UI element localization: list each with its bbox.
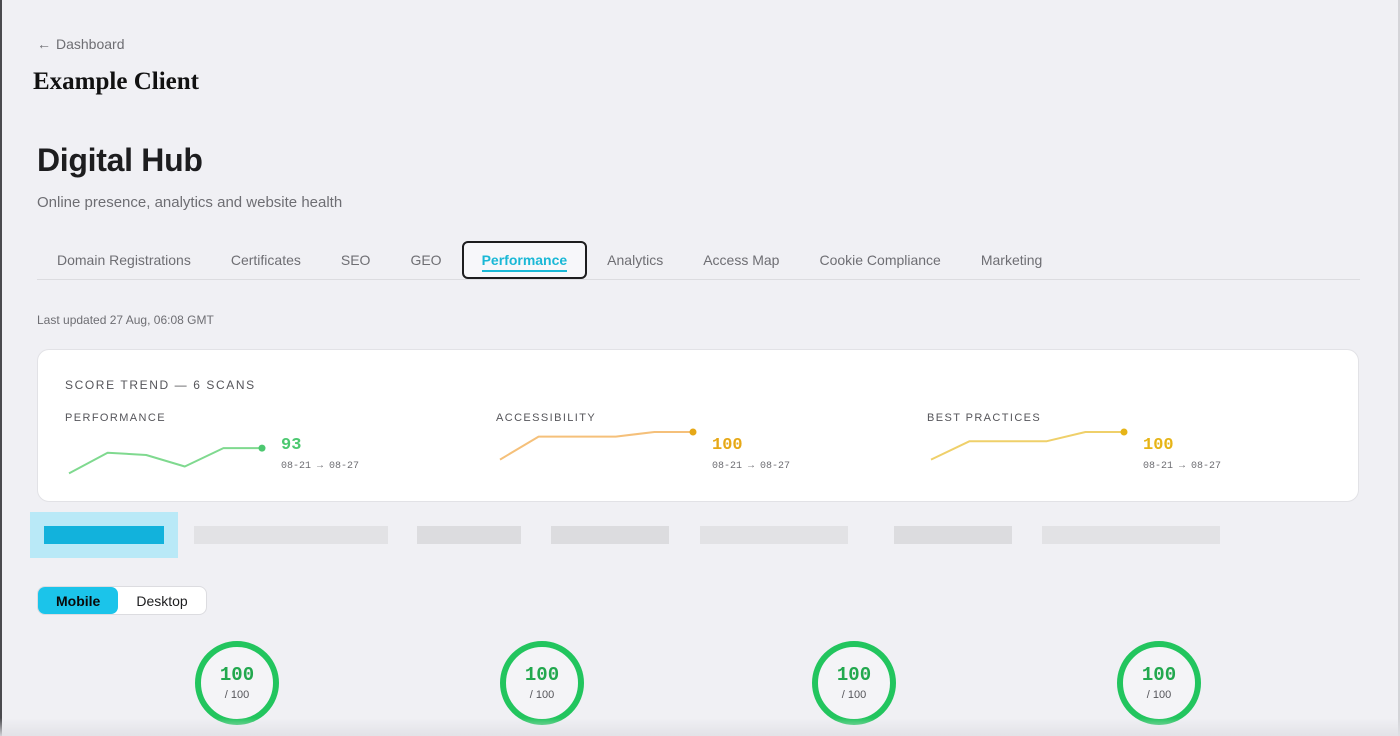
trend-value: 100 [1143,436,1174,455]
tab-label: Analytics [607,252,664,268]
mobile-toggle-button[interactable]: Mobile [38,587,119,614]
sparkline-latest-point [258,444,266,452]
tab-label: Marketing [980,252,1043,268]
window-left-edge [0,0,2,736]
redacted-block [194,526,388,544]
gauge-max: / 100 [841,688,867,701]
gauge-max: / 100 [1146,688,1172,701]
redacted-subnav [30,510,1250,560]
tab-geo[interactable]: GEO [390,241,461,279]
redacted-block [417,526,521,544]
accessibility-sparkline [499,428,697,461]
redacted-block [1042,526,1220,544]
tab-marketing[interactable]: Marketing [961,241,1062,279]
score-gauge: 100 / 100 [195,641,279,725]
page-subtitle: Online presence, analytics and website h… [37,194,343,211]
last-updated-text: Last updated 27 Aug, 06:08 GMT [37,313,214,327]
best-practices-sparkline [930,428,1128,461]
trend-accessibility: ACCESSIBILITY 100 08-21 → 08-27 [496,412,896,482]
score-gauge: 100 / 100 [1117,641,1201,725]
client-name: Example Client [33,68,199,95]
desktop-toggle-button[interactable]: Desktop [118,587,205,614]
tab-label: GEO [410,252,442,268]
tab-label: Access Map [703,252,780,268]
bottom-scroll-fade [0,718,1400,736]
redacted-block [551,526,669,544]
trend-best-practices: BEST PRACTICES 100 08-21 → 08-27 [927,412,1327,482]
tab-analytics[interactable]: Analytics [587,241,683,279]
trend-date-range: 08-21 → 08-27 [1143,461,1222,472]
redacted-block [894,526,1012,544]
trend-value: 93 [281,436,302,455]
tab-label: Domain Registrations [57,252,191,268]
device-toggle: Mobile Desktop [37,586,207,615]
gauge-max: / 100 [529,688,555,701]
arrow-left-icon: ← [37,36,51,52]
sparkline-latest-point [689,428,697,436]
tab-label: Cookie Compliance [819,252,941,268]
tab-seo[interactable]: SEO [321,241,391,279]
trend-label: ACCESSIBILITY [496,412,597,424]
trend-label: BEST PRACTICES [927,412,1042,424]
score-gauge: 100 / 100 [812,641,896,725]
back-link-label: Dashboard [56,36,125,52]
score-trend-heading: SCORE TREND — 6 SCANS [65,378,256,392]
tab-performance[interactable]: Performance [461,241,588,279]
trend-label: PERFORMANCE [65,412,166,424]
tab-label: Certificates [230,252,301,268]
tab-domain-registrations[interactable]: Domain Registrations [37,241,211,279]
trend-date-range: 08-21 → 08-27 [281,461,360,472]
sparkline-series [930,431,1124,461]
trend-performance: PERFORMANCE 93 08-21 → 08-27 [65,412,465,482]
score-trend-card: SCORE TREND — 6 SCANS PERFORMANCE 93 08-… [37,349,1359,502]
gauge-score: 100 [1141,663,1177,686]
gauge-score: 100 [219,663,255,686]
gauge-score: 100 [836,663,872,686]
tab-label: Performance [481,252,568,272]
performance-sparkline [68,444,266,475]
redacted-block [44,526,164,544]
sparkline-series [68,447,262,475]
tab-label: SEO [340,252,371,268]
score-gauge: 100 / 100 [500,641,584,725]
tab-cookie-compliance[interactable]: Cookie Compliance [799,241,960,279]
redacted-block [700,526,848,544]
tab-certificates[interactable]: Certificates [211,241,321,279]
sparkline-latest-point [1120,428,1128,436]
back-to-dashboard-link[interactable]: ← Dashboard [37,36,125,52]
trend-value: 100 [712,436,743,455]
section-tabs: Domain Registrations Certificates SEO GE… [37,241,1360,280]
page-title: Digital Hub [37,142,203,178]
tab-access-map[interactable]: Access Map [683,241,799,279]
trend-date-range: 08-21 → 08-27 [712,461,791,472]
gauge-score: 100 [524,663,560,686]
sparkline-series [499,431,693,461]
gauge-max: / 100 [224,688,250,701]
